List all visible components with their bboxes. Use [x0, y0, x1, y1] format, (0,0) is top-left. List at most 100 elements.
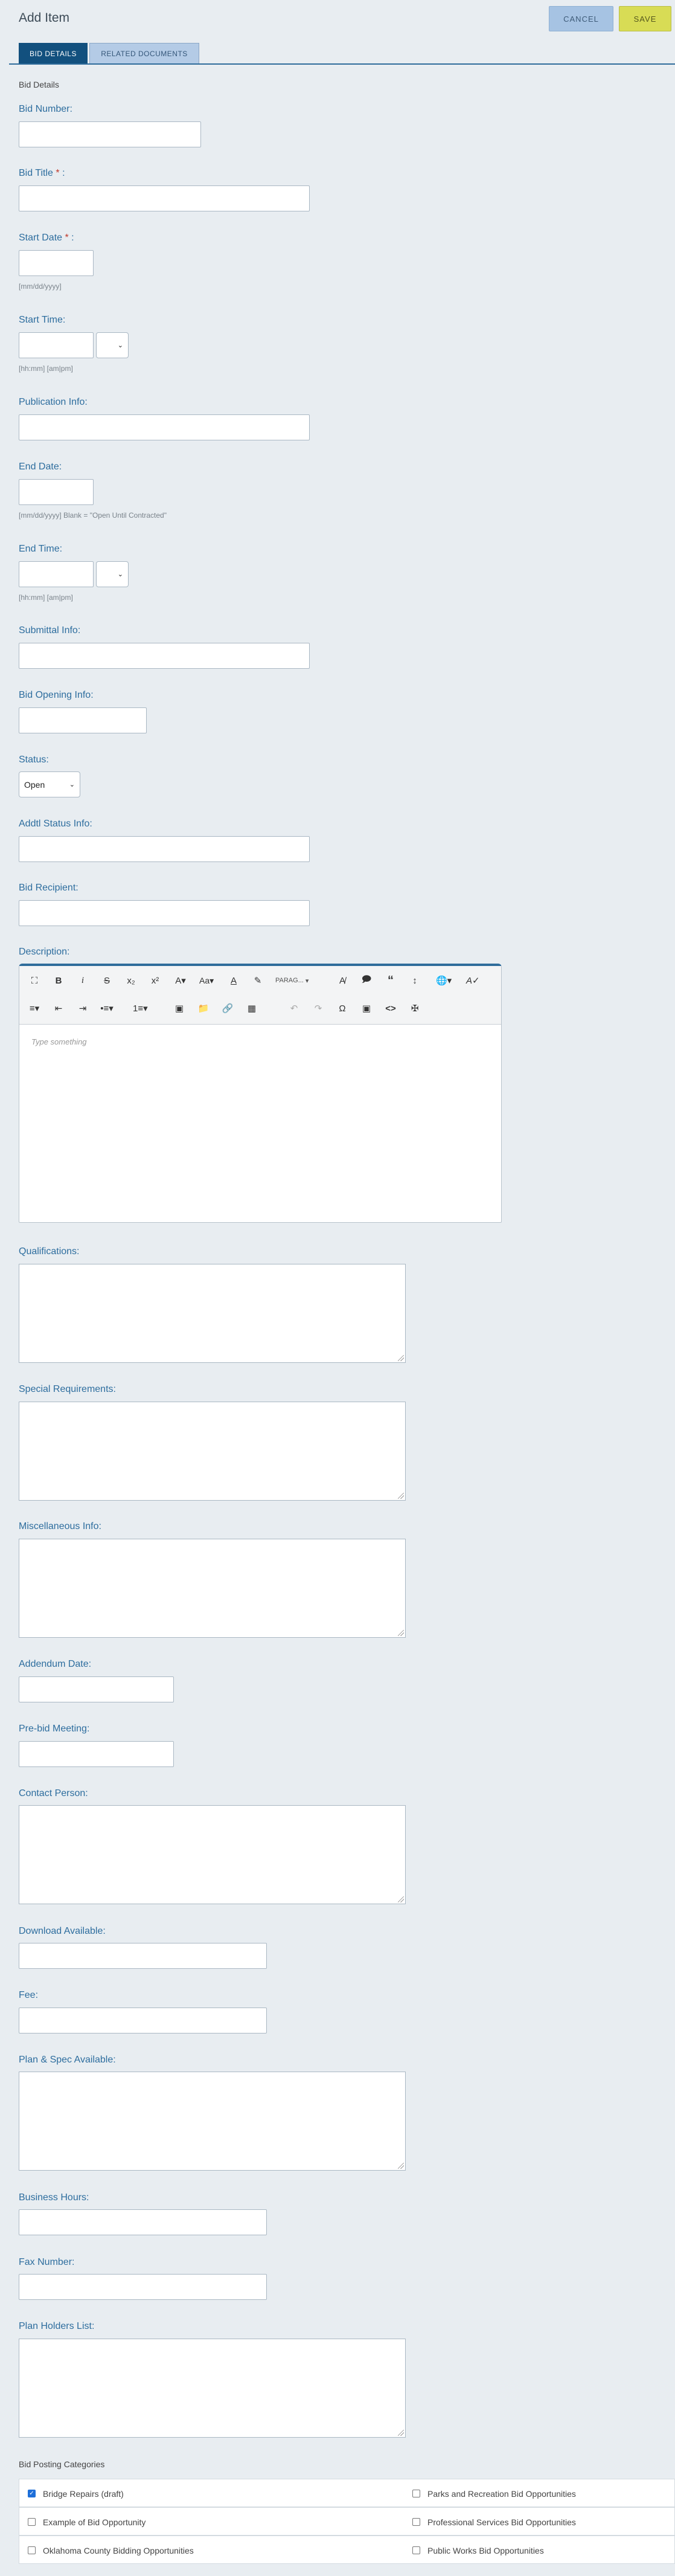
- checkbox-icon[interactable]: [412, 2518, 420, 2526]
- publication-info-input[interactable]: [19, 414, 310, 440]
- italic-icon[interactable]: i: [76, 973, 89, 988]
- resize-handle-icon[interactable]: [398, 2430, 404, 2436]
- required-mark: *: [65, 233, 69, 243]
- language-icon[interactable]: 🌐▾: [436, 973, 452, 988]
- undo-icon[interactable]: ↶: [287, 1001, 301, 1016]
- category-item[interactable]: Example of Bid Opportunity: [28, 2508, 146, 2536]
- start-time-label: Start Time:: [19, 315, 66, 325]
- editor-placeholder: Type something: [31, 1037, 87, 1046]
- description-editor[interactable]: ⛶ B i S x₂ x² A▾ Aa▾ A ✎ PARAG... ▾ A̸ 🗩…: [19, 964, 502, 1223]
- addtl-status-info-label: Addtl Status Info:: [19, 819, 92, 829]
- contact-person-textarea[interactable]: [19, 1805, 406, 1904]
- category-item[interactable]: Parks and Recreation Bid Opportunities: [412, 2479, 576, 2508]
- start-time-input[interactable]: [19, 332, 94, 358]
- end-ampm-select[interactable]: ⌄: [96, 561, 129, 587]
- image-icon[interactable]: ▣: [173, 1001, 186, 1016]
- start-time-hint: [hh:mm] [am|pm]: [19, 364, 73, 373]
- special-characters-icon[interactable]: Ω: [336, 1001, 349, 1016]
- highlight-color-icon[interactable]: A: [227, 973, 240, 988]
- bid-recipient-input[interactable]: [19, 900, 310, 926]
- link-icon[interactable]: 🔗: [221, 1001, 234, 1016]
- redo-icon[interactable]: ↷: [312, 1001, 325, 1016]
- resize-handle-icon[interactable]: [398, 1493, 404, 1499]
- checkbox-icon[interactable]: [28, 2518, 36, 2526]
- save-button[interactable]: SAVE: [619, 6, 671, 31]
- start-date-input[interactable]: [19, 250, 94, 276]
- plan-spec-available-textarea[interactable]: [19, 2072, 406, 2171]
- table-icon[interactable]: ▦: [245, 1001, 258, 1016]
- paragraph-format-dropdown[interactable]: PARAG... ▾: [275, 973, 309, 988]
- resize-handle-icon[interactable]: [398, 1355, 404, 1361]
- addendum-date-label: Addendum Date:: [19, 1659, 92, 1669]
- superscript-icon[interactable]: x²: [149, 973, 162, 988]
- subscript-icon[interactable]: x₂: [124, 973, 138, 988]
- qualifications-textarea[interactable]: [19, 1264, 406, 1363]
- category-item[interactable]: Professional Services Bid Opportunities: [412, 2508, 576, 2536]
- status-select[interactable]: Open ⌄: [19, 771, 80, 797]
- section-caption: Bid Details: [19, 80, 59, 89]
- category-item[interactable]: Public Works Bid Opportunities: [412, 2536, 544, 2565]
- cancel-button[interactable]: CANCEL: [549, 6, 613, 31]
- fullscreen-icon[interactable]: ⛶: [28, 973, 41, 988]
- font-color-icon[interactable]: A▾: [174, 973, 187, 988]
- end-time-label: End Time:: [19, 544, 63, 554]
- addtl-status-info-input[interactable]: [19, 836, 310, 862]
- end-date-input[interactable]: [19, 479, 94, 505]
- category-row: Example of Bid Opportunity Professional …: [19, 2507, 675, 2536]
- tab-related-documents[interactable]: RELATED DOCUMENTS: [89, 43, 199, 64]
- business-hours-label: Business Hours:: [19, 2192, 89, 2203]
- submittal-info-input[interactable]: [19, 643, 310, 669]
- miscellaneous-info-label: Miscellaneous Info:: [19, 1521, 101, 1531]
- start-date-label: Start Date * :: [19, 233, 74, 243]
- horizontal-line-icon[interactable]: ↕: [408, 973, 421, 988]
- categories-caption: Bid Posting Categories: [19, 2459, 105, 2469]
- special-requirements-textarea[interactable]: [19, 1402, 406, 1501]
- tab-bid-details[interactable]: BID DETAILS: [19, 43, 88, 64]
- category-item[interactable]: Oklahoma County Bidding Opportunities: [28, 2536, 194, 2565]
- numbered-list-icon[interactable]: 1≡▾: [133, 1001, 148, 1016]
- blockquote-icon[interactable]: “: [384, 973, 397, 988]
- bid-title-input[interactable]: [19, 185, 310, 211]
- comment-icon[interactable]: 🗩: [360, 973, 373, 988]
- business-hours-input[interactable]: [19, 2209, 267, 2235]
- pre-bid-meeting-input[interactable]: [19, 1741, 174, 1767]
- addendum-date-input[interactable]: [19, 1676, 174, 1702]
- resize-handle-icon[interactable]: [398, 1630, 404, 1636]
- end-time-input[interactable]: [19, 561, 94, 587]
- checkbox-icon[interactable]: [412, 2546, 420, 2554]
- font-size-icon[interactable]: Aa▾: [199, 973, 214, 988]
- bulleted-list-icon[interactable]: •≡▾: [100, 1001, 114, 1016]
- contact-person-label: Contact Person:: [19, 1788, 88, 1798]
- spellcheck-icon[interactable]: A✓: [466, 973, 480, 988]
- clear-format-icon[interactable]: A̸: [336, 973, 349, 988]
- checkbox-icon[interactable]: [28, 2546, 36, 2554]
- accessibility-icon[interactable]: ✠: [408, 1001, 421, 1016]
- resize-handle-icon[interactable]: [398, 1896, 404, 1902]
- align-dropdown-icon[interactable]: ≡▾: [28, 1001, 41, 1016]
- bold-icon[interactable]: B: [52, 973, 65, 988]
- page-title: Add Item: [19, 11, 70, 25]
- checkbox-checked-icon[interactable]: ✓: [28, 2490, 36, 2497]
- plan-holders-list-textarea[interactable]: [19, 2339, 406, 2438]
- indent-icon[interactable]: ⇥: [76, 1001, 89, 1016]
- end-time-hint: [hh:mm] [am|pm]: [19, 593, 73, 602]
- marker-icon[interactable]: ✎: [251, 973, 264, 988]
- download-available-input[interactable]: [19, 1943, 267, 1969]
- miscellaneous-info-textarea[interactable]: [19, 1539, 406, 1638]
- bid-opening-info-input[interactable]: [19, 707, 147, 733]
- fax-number-input[interactable]: [19, 2274, 267, 2300]
- checkbox-icon[interactable]: [412, 2490, 420, 2497]
- bid-number-input[interactable]: [19, 121, 201, 147]
- start-date-hint: [mm/dd/yyyy]: [19, 282, 62, 291]
- resize-handle-icon[interactable]: [398, 2163, 404, 2169]
- strikethrough-icon[interactable]: S: [100, 973, 114, 988]
- qualifications-label: Qualifications:: [19, 1246, 80, 1257]
- chevron-down-icon: ⌄: [117, 571, 123, 578]
- category-item[interactable]: ✓ Bridge Repairs (draft): [28, 2479, 124, 2508]
- outdent-icon[interactable]: ⇤: [52, 1001, 65, 1016]
- start-ampm-select[interactable]: ⌄: [96, 332, 129, 358]
- folder-icon[interactable]: 📁: [197, 1001, 210, 1016]
- select-all-icon[interactable]: ▣: [360, 1001, 373, 1016]
- fee-input[interactable]: [19, 2008, 267, 2033]
- source-code-icon[interactable]: <>: [384, 1001, 397, 1016]
